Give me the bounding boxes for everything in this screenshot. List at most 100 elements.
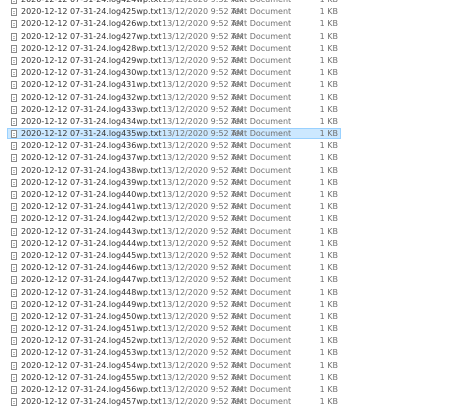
text-document-icon <box>11 130 17 139</box>
text-document-icon <box>11 81 17 90</box>
file-name: 2020-12-12 07-31-24.log427wp.txt <box>21 31 162 41</box>
file-size: 1 KB <box>319 372 338 382</box>
text-document-icon <box>11 325 17 334</box>
file-size: 1 KB <box>319 348 338 358</box>
file-row[interactable]: 2020-12-12 07-31-24.log449wp.txt 13/12/2… <box>0 299 474 311</box>
file-row[interactable]: 2020-12-12 07-31-24.log457wp.txt 13/12/2… <box>0 396 474 408</box>
text-document-icon <box>11 0 17 4</box>
text-document-icon <box>11 398 17 407</box>
file-size: 1 KB <box>319 129 338 139</box>
file-row[interactable]: 2020-12-12 07-31-24.log447wp.txt 13/12/2… <box>0 274 474 286</box>
file-name: 2020-12-12 07-31-24.log437wp.txt <box>21 153 162 163</box>
file-type: Text Document <box>231 226 292 236</box>
file-size: 1 KB <box>319 43 338 53</box>
text-document-icon <box>11 8 17 17</box>
file-row[interactable]: 2020-12-12 07-31-24.log433wp.txt 13/12/2… <box>0 104 474 116</box>
file-row[interactable]: 2020-12-12 07-31-24.log454wp.txt 13/12/2… <box>0 360 474 372</box>
file-row[interactable]: 2020-12-12 07-31-24.log446wp.txt 13/12/2… <box>0 262 474 274</box>
file-row[interactable]: 2020-12-12 07-31-24.log432wp.txt 13/12/2… <box>0 92 474 104</box>
file-name: 2020-12-12 07-31-24.log449wp.txt <box>21 299 162 309</box>
file-row[interactable]: 2020-12-12 07-31-24.log444wp.txt 13/12/2… <box>0 238 474 250</box>
file-row[interactable]: 2020-12-12 07-31-24.log437wp.txt 13/12/2… <box>0 152 474 164</box>
file-size: 1 KB <box>319 190 338 199</box>
file-size: 1 KB <box>319 360 338 370</box>
file-row[interactable]: 2020-12-12 07-31-24.log451wp.txt 13/12/2… <box>0 323 474 335</box>
file-name: 2020-12-12 07-31-24.log450wp.txt <box>21 311 162 321</box>
file-row[interactable]: 2020-12-12 07-31-24.log429wp.txt 13/12/2… <box>0 55 474 67</box>
file-name: 2020-12-12 07-31-24.log445wp.txt <box>21 250 162 260</box>
file-row[interactable]: 2020-12-12 07-31-24.log439wp.txt 13/12/2… <box>0 177 474 189</box>
file-name: 2020-12-12 07-31-24.log432wp.txt <box>21 92 162 102</box>
file-row[interactable]: 2020-12-12 07-31-24.log436wp.txt 13/12/2… <box>0 140 474 152</box>
file-row[interactable]: 2020-12-12 07-31-24.log452wp.txt 13/12/2… <box>0 335 474 347</box>
file-row[interactable]: 2020-12-12 07-31-24.log456wp.txt 13/12/2… <box>0 384 474 396</box>
file-name: 2020-12-12 07-31-24.log438wp.txt <box>21 165 162 175</box>
text-document-icon <box>11 166 17 175</box>
file-row[interactable]: 2020-12-12 07-31-24.log434wp.txt 13/12/2… <box>0 116 474 128</box>
file-type: Text Document <box>231 385 292 394</box>
file-row[interactable]: 2020-12-12 07-31-24.log448wp.txt 13/12/2… <box>0 287 474 299</box>
text-document-icon <box>11 239 17 248</box>
file-row[interactable]: 2020-12-12 07-31-24.log443wp.txt 13/12/2… <box>0 226 474 238</box>
text-document-icon <box>11 386 17 394</box>
file-type: Text Document <box>231 263 292 273</box>
text-document-icon <box>11 56 17 65</box>
file-type: Text Document <box>231 275 292 285</box>
file-row[interactable]: 2020-12-12 07-31-24.log438wp.txt 13/12/2… <box>0 165 474 177</box>
file-name: 2020-12-12 07-31-24.log455wp.txt <box>21 372 162 382</box>
file-row[interactable]: 2020-12-12 07-31-24.log425wp.txt 13/12/2… <box>0 6 474 18</box>
file-name: 2020-12-12 07-31-24.log453wp.txt <box>21 348 162 358</box>
file-row[interactable]: 2020-12-12 07-31-24.log435wp.txt 13/12/2… <box>0 128 474 140</box>
file-name: 2020-12-12 07-31-24.log435wp.txt <box>21 129 162 139</box>
file-type: Text Document <box>231 129 292 139</box>
file-size: 1 KB <box>319 92 338 102</box>
text-document-icon <box>11 361 17 370</box>
file-name: 2020-12-12 07-31-24.log447wp.txt <box>21 275 162 285</box>
file-size: 1 KB <box>319 7 338 17</box>
text-document-icon <box>11 32 17 41</box>
file-type: Text Document <box>231 299 292 309</box>
file-row[interactable]: 2020-12-12 07-31-24.log455wp.txt 13/12/2… <box>0 372 474 384</box>
file-size: 1 KB <box>319 311 338 321</box>
file-name: 2020-12-12 07-31-24.log431wp.txt <box>21 80 162 90</box>
file-name: 2020-12-12 07-31-24.log430wp.txt <box>21 68 162 78</box>
text-document-icon <box>11 227 17 236</box>
file-size: 1 KB <box>319 165 338 175</box>
file-type: Text Document <box>231 250 292 260</box>
text-document-icon <box>11 349 17 358</box>
text-document-icon <box>11 191 17 199</box>
file-row[interactable]: 2020-12-12 07-31-24.log426wp.txt 13/12/2… <box>0 18 474 30</box>
text-document-icon <box>11 251 17 260</box>
file-name: 2020-12-12 07-31-24.log434wp.txt <box>21 116 162 126</box>
text-document-icon <box>11 215 17 224</box>
file-type: Text Document <box>231 7 292 17</box>
file-row[interactable]: 2020-12-12 07-31-24.log450wp.txt 13/12/2… <box>0 311 474 323</box>
file-row[interactable]: 2020-12-12 07-31-24.log431wp.txt 13/12/2… <box>0 79 474 91</box>
text-document-icon <box>11 276 17 285</box>
file-size: 1 KB <box>319 19 338 29</box>
file-size: 1 KB <box>319 68 338 78</box>
file-row[interactable]: 2020-12-12 07-31-24.log445wp.txt 13/12/2… <box>0 250 474 262</box>
file-name: 2020-12-12 07-31-24.log433wp.txt <box>21 104 162 114</box>
file-row[interactable]: 2020-12-12 07-31-24.log428wp.txt 13/12/2… <box>0 43 474 55</box>
text-document-icon <box>11 373 17 382</box>
text-document-icon <box>11 44 17 53</box>
file-row[interactable]: 2020-12-12 07-31-24.log430wp.txt 13/12/2… <box>0 67 474 79</box>
file-list[interactable]: 2020-12-12 07-31-24.log424wp.txt 13/12/2… <box>0 0 474 408</box>
file-row[interactable]: 2020-12-12 07-31-24.log427wp.txt 13/12/2… <box>0 31 474 43</box>
text-document-icon <box>11 178 17 187</box>
file-type: Text Document <box>231 324 292 334</box>
file-row[interactable]: 2020-12-12 07-31-24.log441wp.txt 13/12/2… <box>0 201 474 213</box>
file-row[interactable]: 2020-12-12 07-31-24.log453wp.txt 13/12/2… <box>0 347 474 359</box>
file-name: 2020-12-12 07-31-24.log448wp.txt <box>21 287 162 297</box>
file-row[interactable]: 2020-12-12 07-31-24.log440wp.txt 13/12/2… <box>0 189 474 201</box>
text-document-icon <box>11 142 17 151</box>
file-type: Text Document <box>231 190 292 199</box>
file-name: 2020-12-12 07-31-24.log456wp.txt <box>21 385 162 394</box>
file-name: 2020-12-12 07-31-24.log444wp.txt <box>21 238 162 248</box>
file-type: Text Document <box>231 68 292 78</box>
file-name: 2020-12-12 07-31-24.log439wp.txt <box>21 177 162 187</box>
file-row[interactable]: 2020-12-12 07-31-24.log442wp.txt 13/12/2… <box>0 213 474 225</box>
file-name: 2020-12-12 07-31-24.log457wp.txt <box>21 397 162 407</box>
file-size: 1 KB <box>319 55 338 65</box>
